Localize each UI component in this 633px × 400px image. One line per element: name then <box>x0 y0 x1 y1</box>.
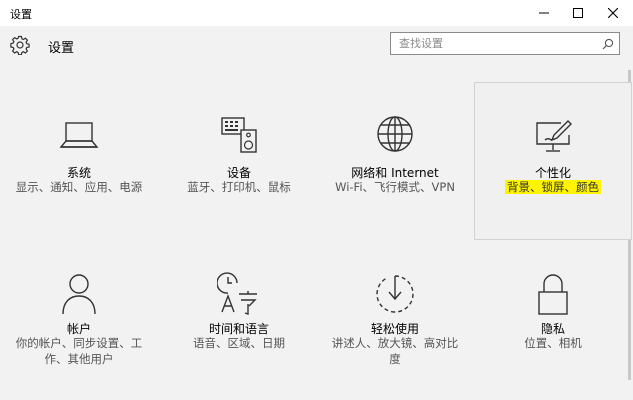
tile-description: 语音、区域、日期 <box>193 336 285 350</box>
tile-description: 背景、锁屏、颜色 <box>489 179 617 195</box>
lock-icon <box>538 274 568 315</box>
close-button[interactable] <box>597 0 629 26</box>
search-box[interactable] <box>390 32 620 55</box>
maximize-button[interactable] <box>562 0 594 26</box>
tile-accounts[interactable]: 帐户 你的帐户、同步设置、工作、其他用户 <box>0 248 158 398</box>
page-title: 设置 <box>48 41 75 56</box>
tile-personalization[interactable]: 个性化 背景、锁屏、颜色 <box>474 82 632 240</box>
tile-description: Wi-Fi、飞行模式、VPN <box>335 180 455 194</box>
tile-time-language[interactable]: 时间和语言 语音、区域、日期 <box>160 248 318 398</box>
time-language-icon <box>217 272 257 315</box>
tile-description: 你的帐户、同步设置、工作、其他用户 <box>15 336 143 366</box>
keyboard-speaker-icon <box>221 117 257 153</box>
laptop-icon <box>59 122 99 148</box>
gear-icon <box>10 35 30 55</box>
tile-description: 讲述人、放大镜、高对比度 <box>331 336 459 366</box>
maximize-icon <box>573 8 583 18</box>
window-title: 设置 <box>10 8 32 21</box>
minimize-icon <box>539 12 549 14</box>
close-icon <box>608 8 618 18</box>
paint-monitor-icon <box>536 120 572 152</box>
search-input[interactable] <box>393 34 605 53</box>
tile-ease-of-access[interactable]: 轻松使用 讲述人、放大镜、高对比度 <box>316 248 474 398</box>
tile-description: 蓝牙、打印机、鼠标 <box>187 180 291 194</box>
tile-system[interactable]: 系统 显示、通知、应用、电源 <box>0 90 158 240</box>
search-icon[interactable] <box>602 38 614 50</box>
ease-of-access-icon <box>376 275 414 313</box>
window-titlebar: 设置 <box>0 0 633 26</box>
tile-description: 显示、通知、应用、电源 <box>15 180 143 194</box>
tile-network[interactable]: 网络和 Internet Wi-Fi、飞行模式、VPN <box>316 90 474 240</box>
person-icon <box>62 274 96 315</box>
highlighted-description: 背景、锁屏、颜色 <box>505 180 601 194</box>
globe-icon <box>377 116 413 152</box>
tile-devices[interactable]: 设备 蓝牙、打印机、鼠标 <box>160 90 318 240</box>
minimize-button[interactable] <box>528 0 560 26</box>
tile-description: 位置、相机 <box>524 336 582 350</box>
tile-privacy[interactable]: 隐私 位置、相机 <box>474 248 632 398</box>
